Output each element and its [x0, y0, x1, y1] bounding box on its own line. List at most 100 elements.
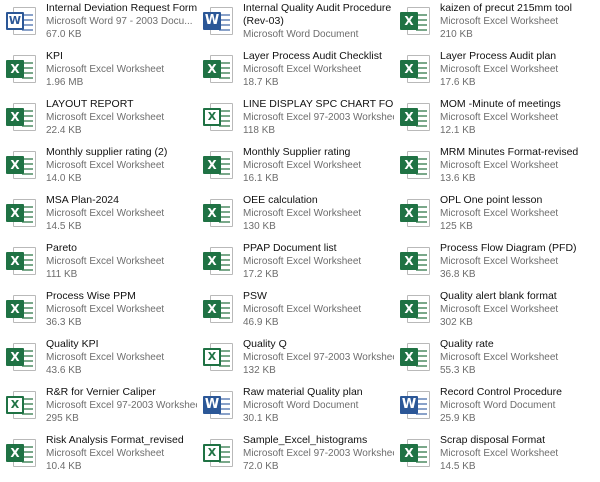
file-type: Microsoft Excel Worksheet [243, 160, 362, 171]
file-size: 295 KB [46, 413, 79, 424]
file-tile[interactable]: W Record Control Procedure Microsoft Word … [394, 384, 600, 432]
file-tile[interactable]: X Process Flow Diagram (PFD) Microsoft Exc… [394, 240, 600, 288]
file-tile[interactable]: X OEE calculation Microsoft Excel Workshee… [197, 192, 394, 240]
file-tile[interactable]: X LAYOUT REPORT Microsoft Excel Worksheet 2… [0, 96, 197, 144]
file-name: Quality alert blank format [440, 290, 557, 302]
file-type: Microsoft Excel Worksheet [243, 304, 362, 315]
file-tile[interactable]: X Quality KPI Microsoft Excel Worksheet 43.… [0, 336, 197, 384]
file-size: 118 KB [243, 125, 276, 136]
file-info: Quality rate Microsoft Excel Worksheet 55.… [440, 338, 600, 377]
excel-icon: X [203, 53, 235, 85]
file-tile[interactable]: X Monthly Supplier rating Microsoft Excel … [197, 144, 394, 192]
file-size: 130 KB [243, 221, 276, 232]
file-size: 16.1 KB [243, 173, 279, 184]
file-info: MOM -Minute of meetings Microsoft Excel W… [440, 98, 600, 137]
file-tile[interactable]: X Layer Process Audit plan Microsoft Excel… [394, 48, 600, 96]
file-size: 1.96 MB [46, 77, 84, 88]
file-tile[interactable]: X Monthly supplier rating (2) Microsoft Ex… [0, 144, 197, 192]
file-type: Microsoft Excel Worksheet [46, 448, 165, 459]
file-tile[interactable]: X LINE DISPLAY SPC CHART FORMAT Microsoft … [197, 96, 394, 144]
file-tile[interactable]: W Raw material Quality plan Microsoft Word… [197, 384, 394, 432]
file-name: Quality Q [243, 338, 287, 350]
file-type: Microsoft Excel Worksheet [46, 64, 165, 75]
excel-97-icon: X [6, 389, 38, 421]
file-name: OPL One point lesson [440, 194, 543, 206]
file-tile[interactable]: X Process Wise PPM Microsoft Excel Workshe… [0, 288, 197, 336]
file-info: OEE calculation Microsoft Excel Worksheet… [243, 194, 394, 233]
file-type: Microsoft Excel Worksheet [46, 304, 165, 315]
file-info: Sample_Excel_histograms Microsoft Excel 9… [243, 434, 394, 473]
file-size: 14.0 KB [46, 173, 82, 184]
file-tile[interactable]: X MOM -Minute of meetings Microsoft Excel … [394, 96, 600, 144]
file-tile[interactable]: X Quality alert blank format Microsoft Exc… [394, 288, 600, 336]
file-tile[interactable]: X Quality rate Microsoft Excel Worksheet 55… [394, 336, 600, 384]
file-tile[interactable]: X Scrap disposal Format Microsoft Excel Wo… [394, 432, 600, 480]
file-tile[interactable]: X MSA Plan-2024 Microsoft Excel Worksheet 1… [0, 192, 197, 240]
file-info: Monthly Supplier rating Microsoft Excel W… [243, 146, 394, 185]
file-type: Microsoft Excel Worksheet [440, 304, 559, 315]
file-size: 13.6 KB [440, 173, 476, 184]
file-tile[interactable]: W Internal Deviation Request Form Microsof… [0, 0, 197, 48]
file-type: Microsoft Excel Worksheet [46, 352, 165, 363]
file-tile[interactable]: X PSW Microsoft Excel Worksheet 46.9 KB [197, 288, 394, 336]
file-tile[interactable]: X R&R for Vernier Caliper Microsoft Excel … [0, 384, 197, 432]
file-name: Pareto [46, 242, 77, 254]
file-size: 22.4 KB [46, 125, 82, 136]
file-tile[interactable]: X Layer Process Audit Checklist Microsoft … [197, 48, 394, 96]
file-name: Scrap disposal Format [440, 434, 546, 446]
file-name: MRM Minutes Format-revised [440, 146, 579, 158]
excel-icon: X [400, 341, 432, 373]
file-type: Microsoft Excel Worksheet [46, 256, 165, 267]
file-size: 14.5 KB [46, 221, 82, 232]
file-tile[interactable]: X Risk Analysis Format_revised Microsoft E… [0, 432, 197, 480]
file-type: Microsoft Excel Worksheet [440, 352, 559, 363]
file-name: Layer Process Audit Checklist [243, 50, 382, 62]
file-name: Internal Quality Audit Procedure (Rev-03… [243, 2, 392, 27]
excel-icon: X [203, 197, 235, 229]
file-name: MOM -Minute of meetings [440, 98, 561, 110]
file-info: Layer Process Audit plan Microsoft Excel … [440, 50, 600, 89]
file-size: 125 KB [440, 221, 473, 232]
file-type: Microsoft Excel Worksheet [46, 160, 165, 171]
file-info: Internal Quality Audit Procedure (Rev-03… [243, 2, 394, 41]
excel-icon: X [6, 293, 38, 325]
file-type: Microsoft Excel Worksheet [243, 208, 362, 219]
file-type: Microsoft Word Document [243, 29, 359, 40]
file-name: Internal Deviation Request Form [46, 2, 197, 14]
excel-97-icon: X [203, 437, 235, 469]
file-info: PSW Microsoft Excel Worksheet 46.9 KB [243, 290, 394, 329]
file-info: KPI Microsoft Excel Worksheet 1.96 MB [46, 50, 197, 89]
file-size: 25.9 KB [440, 413, 476, 424]
file-info: MRM Minutes Format-revised Microsoft Exce… [440, 146, 600, 185]
file-info: Quality alert blank format Microsoft Exce… [440, 290, 600, 329]
file-size: 36.3 KB [46, 317, 82, 328]
file-size: 67.0 KB [46, 29, 82, 40]
file-info: Raw material Quality plan Microsoft Word … [243, 386, 394, 425]
file-tile[interactable]: X Pareto Microsoft Excel Worksheet 111 KB [0, 240, 197, 288]
file-name: Process Wise PPM [46, 290, 136, 302]
excel-icon: X [6, 197, 38, 229]
file-tile[interactable]: X KPI Microsoft Excel Worksheet 1.96 MB [0, 48, 197, 96]
file-type: Microsoft Word 97 - 2003 Docu... [46, 16, 193, 27]
file-tile[interactable]: X Sample_Excel_histograms Microsoft Excel … [197, 432, 394, 480]
file-tile[interactable]: X OPL One point lesson Microsoft Excel Wor… [394, 192, 600, 240]
excel-icon: X [203, 149, 235, 181]
file-name: Risk Analysis Format_revised [46, 434, 184, 446]
file-type: Microsoft Excel Worksheet [440, 208, 559, 219]
file-size: 14.5 KB [440, 461, 476, 472]
file-type: Microsoft Excel Worksheet [440, 256, 559, 267]
file-tile[interactable]: X Quality Q Microsoft Excel 97-2003 Worksh… [197, 336, 394, 384]
file-tile[interactable]: X PPAP Document list Microsoft Excel Works… [197, 240, 394, 288]
file-size: 17.2 KB [243, 269, 279, 280]
file-name: Record Control Procedure [440, 386, 562, 398]
excel-icon: X [6, 53, 38, 85]
file-info: Scrap disposal Format Microsoft Excel Wor… [440, 434, 600, 473]
file-type: Microsoft Excel Worksheet [243, 64, 362, 75]
file-name: kaizen of precut 215mm tool [440, 2, 572, 14]
file-name: Layer Process Audit plan [440, 50, 557, 62]
file-tile[interactable]: Xkaizen of precut 215mm tool Microsoft Ex… [394, 0, 600, 48]
file-info: kaizen of precut 215mm tool Microsoft Exc… [440, 2, 600, 41]
file-tile[interactable]: X MRM Minutes Format-revised Microsoft Exc… [394, 144, 600, 192]
file-tile[interactable]: W Internal Quality Audit Procedure (Rev-0… [197, 0, 394, 48]
file-name: R&R for Vernier Caliper [46, 386, 156, 398]
